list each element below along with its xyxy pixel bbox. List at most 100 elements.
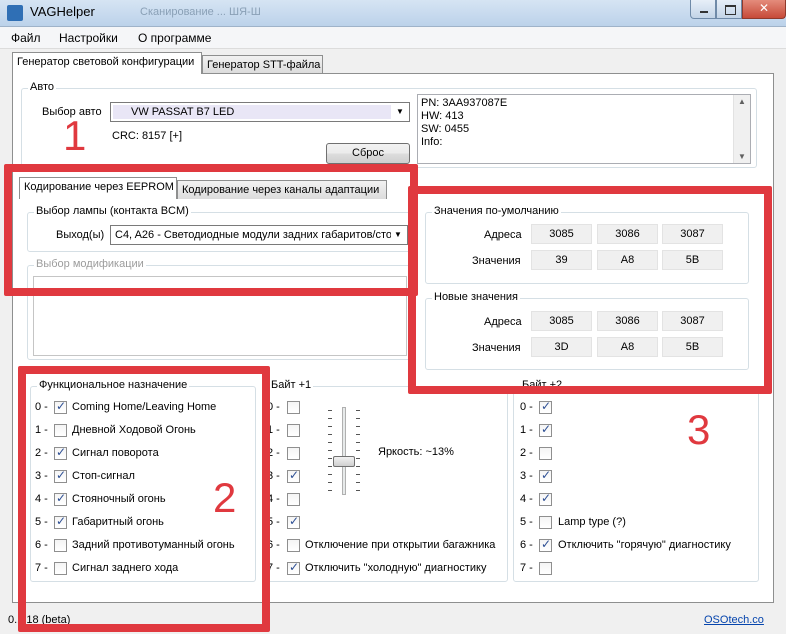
close-button[interactable]: ✕ bbox=[742, 0, 786, 19]
info-sw: SW: 0455 bbox=[421, 123, 470, 135]
slider-tick bbox=[356, 442, 360, 443]
slider-tick bbox=[356, 418, 360, 419]
byte1-checkbox[interactable] bbox=[287, 493, 300, 506]
annotation-box-3 bbox=[408, 186, 772, 394]
byte2-row: 5 - Lamp type (?) bbox=[520, 515, 755, 531]
slider-tick bbox=[356, 426, 360, 427]
byte2-row: 2 - bbox=[520, 446, 755, 462]
byte2-checkbox[interactable] bbox=[539, 537, 552, 552]
slider-tick bbox=[328, 442, 332, 443]
slider-tick bbox=[328, 410, 332, 411]
car-select[interactable]: VW PASSAT B7 LED ▼ bbox=[110, 102, 410, 122]
byte2-bit-index: 4 - bbox=[520, 493, 533, 505]
scroll-down-icon[interactable]: ▼ bbox=[738, 152, 746, 161]
byte1-row: 0 - bbox=[267, 400, 502, 416]
byte1-row: 1 - bbox=[267, 423, 502, 439]
menu-file[interactable]: Файл bbox=[11, 31, 41, 45]
byte1-row: 4 - bbox=[267, 492, 502, 508]
slider-tick bbox=[328, 466, 332, 467]
brightness-slider-thumb[interactable] bbox=[333, 456, 355, 467]
reset-button[interactable]: Сброс bbox=[326, 143, 410, 164]
byte2-checkbox[interactable] bbox=[539, 491, 552, 506]
slider-tick bbox=[328, 474, 332, 475]
slider-tick bbox=[328, 490, 332, 491]
slider-tick bbox=[328, 482, 332, 483]
scroll-up-icon[interactable]: ▲ bbox=[738, 97, 746, 106]
byte2-bit-index: 6 - bbox=[520, 539, 533, 551]
window-title: VAGHelper bbox=[30, 4, 95, 19]
byte2-row: 4 - bbox=[520, 491, 755, 508]
byte2-row: 7 - bbox=[520, 561, 755, 577]
byte2-bit-index: 7 - bbox=[520, 562, 533, 574]
byte2-row: 1 - bbox=[520, 422, 755, 439]
byte1-checkbox[interactable] bbox=[287, 514, 300, 529]
window-title-ghost: Сканирование ... ШЯ-Ш bbox=[140, 6, 261, 18]
maximize-button[interactable] bbox=[716, 0, 742, 19]
byte1-label: Отключить "холодную" диагностику bbox=[305, 562, 487, 574]
annotation-number-3: 3 bbox=[687, 406, 711, 453]
chevron-down-icon: ▼ bbox=[393, 105, 407, 119]
byte2-checkbox[interactable] bbox=[539, 516, 552, 529]
slider-tick bbox=[356, 474, 360, 475]
byte1-label: Отключение при открытии багажника bbox=[305, 539, 496, 551]
brightness-slider-track[interactable] bbox=[342, 407, 346, 495]
byte1-row: 6 - Отключение при открытии багажника bbox=[267, 538, 502, 554]
car-info-textbox[interactable]: PN: 3AA937087E HW: 413 SW: 0455 Info: ▲ … bbox=[417, 94, 751, 164]
slider-tick bbox=[356, 450, 360, 451]
title-bar: VAGHelper Сканирование ... ШЯ-Ш ✕ bbox=[0, 0, 786, 27]
slider-tick bbox=[328, 418, 332, 419]
tab-stt-generator[interactable]: Генератор STT-файла bbox=[202, 55, 323, 73]
info-pn: PN: 3AA937087E bbox=[421, 97, 508, 109]
info-hw: HW: 413 bbox=[421, 110, 464, 122]
slider-tick bbox=[328, 458, 332, 459]
byte1-checkbox[interactable] bbox=[287, 401, 300, 414]
byte2-checkbox[interactable] bbox=[539, 447, 552, 460]
byte1-group-label: Байт +1 bbox=[269, 379, 314, 391]
menu-settings[interactable]: Настройки bbox=[59, 31, 118, 45]
minimize-button[interactable] bbox=[690, 0, 716, 19]
slider-tick bbox=[356, 410, 360, 411]
slider-tick bbox=[356, 434, 360, 435]
byte2-bit-index: 3 - bbox=[520, 470, 533, 482]
byte1-checkbox[interactable] bbox=[287, 468, 300, 483]
byte2-bit-index: 1 - bbox=[520, 424, 533, 436]
byte1-checkbox[interactable] bbox=[287, 539, 300, 552]
byte2-row: 0 - bbox=[520, 399, 755, 416]
byte2-bit-index: 2 - bbox=[520, 447, 533, 459]
info-scrollbar[interactable]: ▲ ▼ bbox=[733, 95, 750, 163]
byte2-row: 6 - Отключить "горячую" диагностику bbox=[520, 537, 755, 554]
byte2-row: 3 - bbox=[520, 468, 755, 485]
byte1-checkbox[interactable] bbox=[287, 447, 300, 460]
crc-label: CRC: 8157 [+] bbox=[112, 130, 183, 142]
slider-tick bbox=[356, 482, 360, 483]
byte2-checkbox[interactable] bbox=[539, 399, 552, 414]
byte1-checkbox[interactable] bbox=[287, 424, 300, 437]
slider-tick bbox=[356, 466, 360, 467]
byte1-checkbox[interactable] bbox=[287, 560, 300, 575]
byte2-bit-index: 0 - bbox=[520, 401, 533, 413]
subtab-eeprom[interactable]: Кодирование через EEPROM bbox=[19, 177, 177, 199]
slider-tick bbox=[356, 458, 360, 459]
auto-group-label: Авто bbox=[28, 81, 56, 93]
byte2-checkbox[interactable] bbox=[539, 422, 552, 437]
app-icon bbox=[7, 5, 23, 21]
slider-tick bbox=[328, 434, 332, 435]
slider-tick bbox=[356, 490, 360, 491]
close-icon: ✕ bbox=[758, 1, 770, 15]
byte2-checkbox[interactable] bbox=[539, 562, 552, 575]
tab-light-config[interactable]: Генератор световой конфигурации bbox=[12, 52, 202, 74]
slider-tick bbox=[328, 426, 332, 427]
byte2-bit-index: 5 - bbox=[520, 516, 533, 528]
annotation-number-2: 2 bbox=[213, 474, 237, 521]
byte2-label: Отключить "горячую" диагностику bbox=[558, 539, 731, 551]
info-info: Info: bbox=[421, 136, 443, 148]
byte2-label: Lamp type (?) bbox=[558, 516, 626, 528]
byte2-checkbox[interactable] bbox=[539, 468, 552, 483]
slider-tick bbox=[328, 450, 332, 451]
menu-bar: Файл Настройки О программе bbox=[0, 27, 786, 49]
website-link[interactable]: OSOtech.co bbox=[704, 614, 764, 626]
menu-about[interactable]: О программе bbox=[138, 31, 211, 45]
byte1-row: 5 - bbox=[267, 514, 502, 531]
byte1-row: 7 -Отключить "холодную" диагностику bbox=[267, 560, 502, 577]
car-select-value: VW PASSAT B7 LED bbox=[131, 106, 235, 118]
